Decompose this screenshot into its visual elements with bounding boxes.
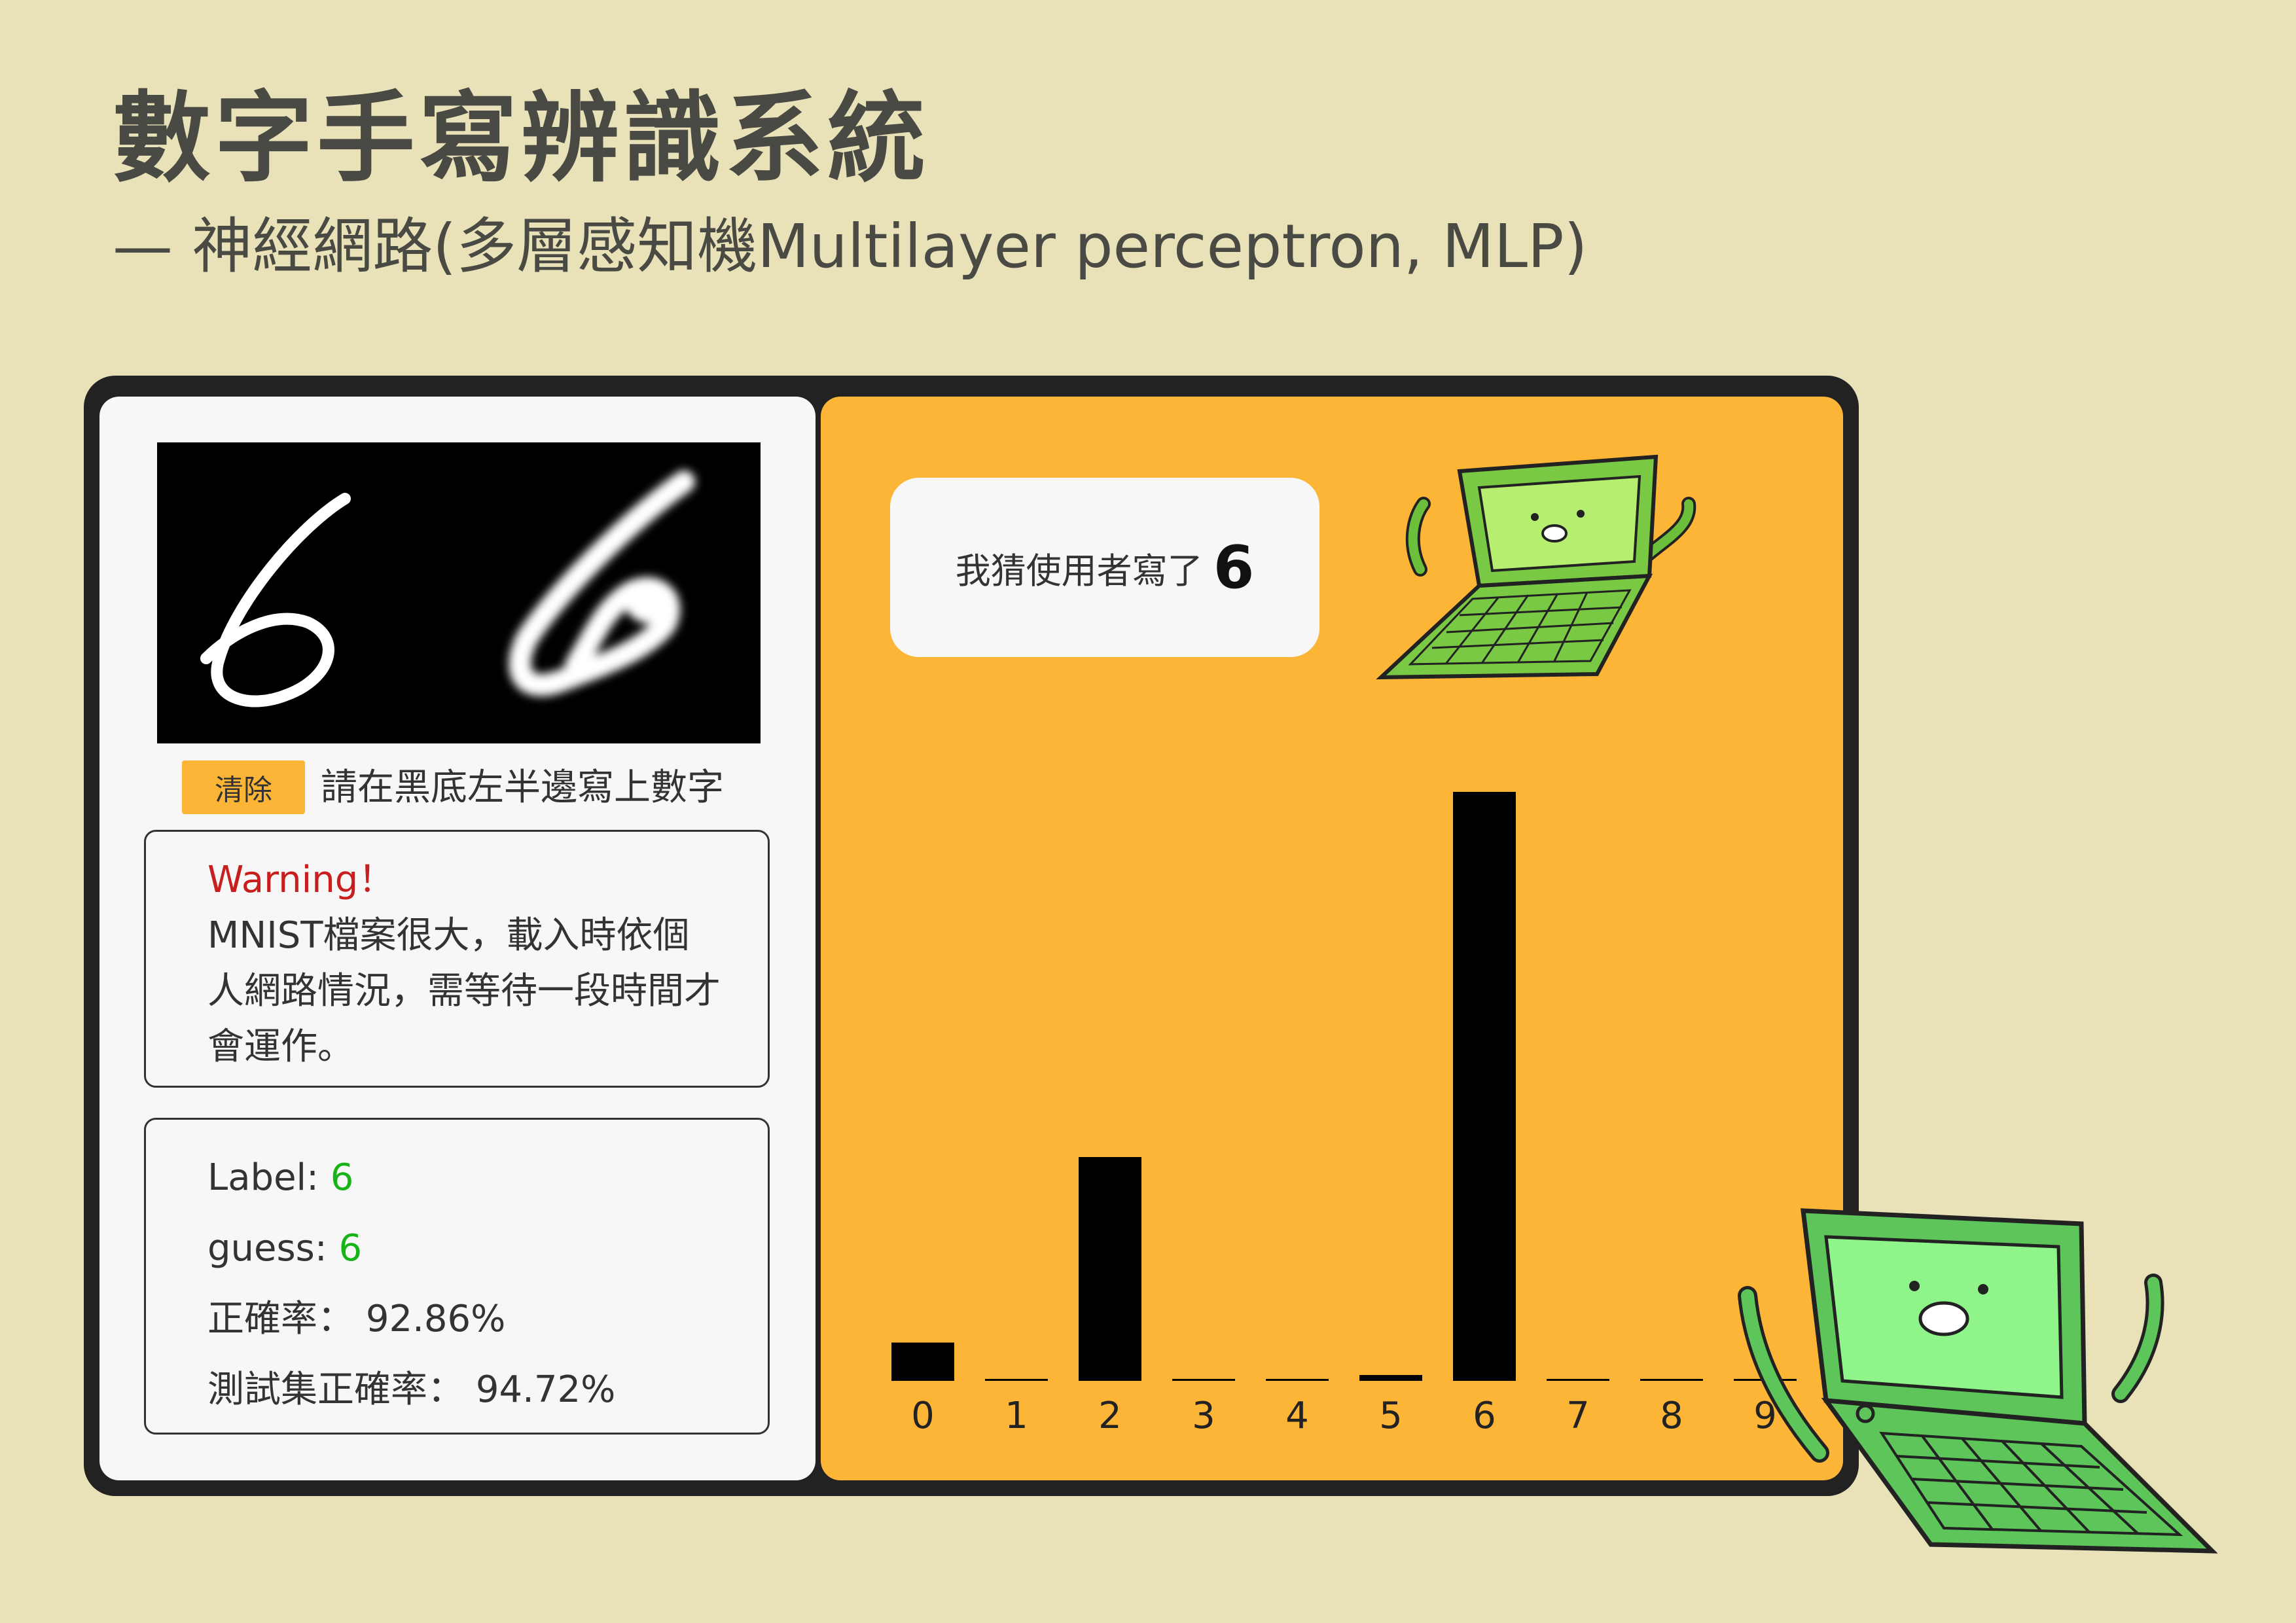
tick-label-2: 2 bbox=[1098, 1395, 1122, 1437]
page-subtitle: — 神經網路(多層感知機Multilayer perceptron, MLP) bbox=[113, 211, 1588, 281]
warning-box: Warning！ MNIST檔案很大，載入時依個人網路情況，需等待一段時間才會運… bbox=[144, 830, 770, 1088]
bar-8 bbox=[1640, 1379, 1703, 1381]
bar-6 bbox=[1453, 792, 1516, 1381]
tick-label-1: 1 bbox=[1005, 1395, 1028, 1437]
drawing-canvas[interactable] bbox=[157, 442, 761, 743]
laptop-mascot-small-icon bbox=[1376, 454, 1696, 680]
tick-label-4: 4 bbox=[1285, 1395, 1309, 1437]
accuracy-text: 正確率： bbox=[207, 1298, 354, 1340]
handwritten-digit-stroke bbox=[200, 493, 351, 707]
bar-5 bbox=[1359, 1375, 1422, 1381]
tick-label-3: 3 bbox=[1192, 1395, 1215, 1437]
bar-4 bbox=[1266, 1379, 1329, 1381]
accuracy-value: 92.86% bbox=[365, 1298, 506, 1340]
bar-3 bbox=[1172, 1379, 1235, 1381]
bar-0 bbox=[891, 1342, 954, 1381]
guess-row: guess: 6 bbox=[207, 1226, 362, 1272]
draw-instruction: 請在黑底左半邊寫上數字 bbox=[321, 766, 724, 809]
stats-box: Label: 6 guess: 6 正確率： 92.86% 測試集正確率： 94… bbox=[144, 1118, 770, 1435]
bar-1 bbox=[985, 1379, 1048, 1381]
test-accuracy-text: 測試集正確率： bbox=[207, 1368, 464, 1411]
prediction-bubble: 我猜使用者寫了 6 bbox=[890, 478, 1319, 657]
prediction-text: 我猜使用者寫了 bbox=[955, 550, 1203, 592]
clear-button[interactable]: 清除 bbox=[182, 760, 305, 814]
page-title: 數字手寫辨識系統 bbox=[113, 82, 930, 196]
label-row: Label: 6 bbox=[207, 1155, 353, 1201]
tick-label-7: 7 bbox=[1566, 1395, 1590, 1437]
tick-label-0: 0 bbox=[911, 1395, 935, 1437]
warning-text: MNIST檔案很大，載入時依個人網路情況，需等待一段時間才會運作。 bbox=[207, 914, 721, 1068]
downsampled-digit-preview bbox=[509, 471, 695, 696]
bar-7 bbox=[1547, 1379, 1609, 1381]
laptop-mascot-large-icon bbox=[1738, 1208, 2218, 1554]
bar-2 bbox=[1079, 1157, 1141, 1381]
label-value: 6 bbox=[330, 1156, 354, 1199]
tick-label-5: 5 bbox=[1379, 1395, 1403, 1437]
test-accuracy-value: 94.72% bbox=[475, 1368, 616, 1411]
prediction-value: 6 bbox=[1213, 533, 1255, 602]
label-text: Label: bbox=[207, 1156, 331, 1199]
warning-title: Warning！ bbox=[207, 859, 395, 901]
probability-bar-chart: 0123456789 bbox=[891, 792, 1797, 1437]
tick-label-6: 6 bbox=[1473, 1395, 1496, 1437]
tick-label-8: 8 bbox=[1660, 1395, 1683, 1437]
test-accuracy-row: 測試集正確率： 94.72% bbox=[207, 1367, 615, 1413]
accuracy-row: 正確率： 92.86% bbox=[207, 1296, 505, 1342]
guess-value: 6 bbox=[338, 1227, 363, 1270]
guess-text: guess: bbox=[207, 1227, 339, 1270]
